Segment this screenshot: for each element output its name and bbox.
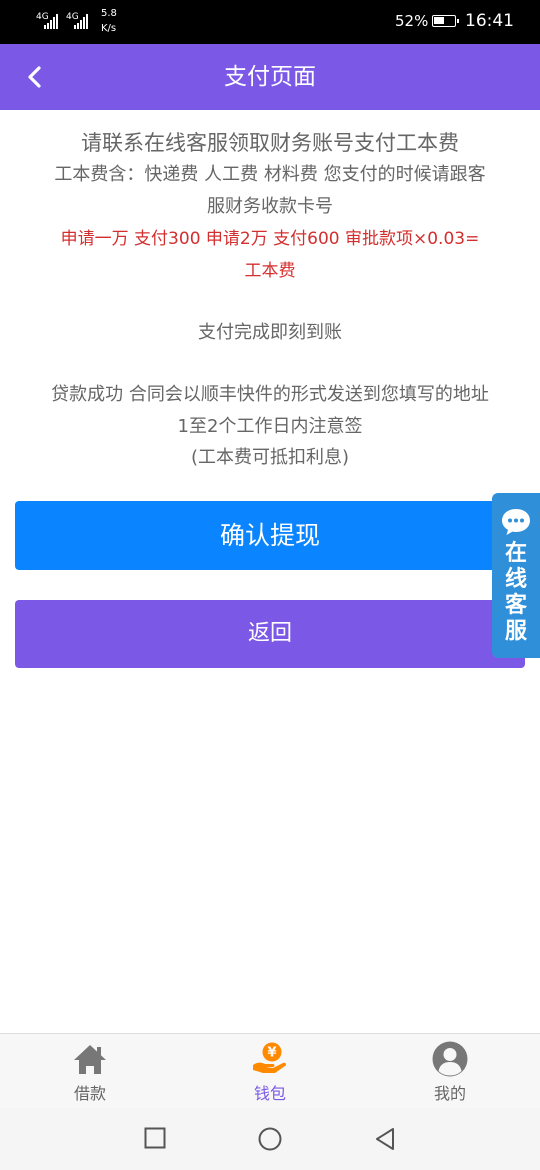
service-char: 客 [504,593,527,618]
service-char: 在 [504,541,527,566]
user-avatar-icon [432,1041,468,1077]
chat-bubble-icon [502,509,530,535]
home-circle-icon[interactable] [258,1127,282,1151]
tab-mine[interactable]: 我的 [400,1034,500,1109]
back-triangle-icon[interactable] [374,1127,396,1151]
battery-icon [432,15,459,27]
yuan-hand-icon: ¥ [253,1042,287,1073]
app-header: 支付页面 [0,44,540,110]
speed-unit: K/s [101,23,117,34]
recents-square-icon[interactable] [144,1127,166,1149]
service-char: 服 [504,619,527,644]
online-service-label: 在 线 客 服 [492,541,540,645]
speed-value: 5.8 [101,8,117,19]
tab-loan[interactable]: 借款 [40,1034,140,1109]
signal-icon [44,14,58,29]
tab-label: 我的 [433,1084,466,1103]
battery-fill [434,17,444,24]
notice-line-2: 工本费含：快递费 人工费 材料费 您支付的时候请跟客 [54,164,486,185]
signal-icon [74,14,88,29]
network-speed: 5.8 K/s [101,6,117,36]
arrival-notice: 支付完成即刻到账 [198,322,342,343]
online-service-float[interactable]: 在 线 客 服 [492,493,540,658]
notice-line-3: 服财务收款卡号 [207,196,333,217]
back-button[interactable]: 返回 [15,600,525,668]
svg-text:¥: ¥ [267,1046,276,1061]
service-char: 线 [504,567,527,592]
tab-label: 借款 [73,1084,106,1103]
battery-percent: 52% [395,12,429,30]
clock: 16:41 [465,11,514,31]
page-title: 支付页面 [224,64,316,90]
fee-rule-line-1: 申请一万 支付300 申请2万 支付600 审批款项×0.03= [60,229,480,249]
fee-rule-line-2: 工本费 [244,261,296,281]
notice-line-1: 请联系在线客服领取财务账号支付工本费 [81,131,459,155]
status-bar: 4G 4G 5.8 K/s 52% 16:41 [0,0,540,44]
contract-line-3: (工本费可抵扣利息) [190,447,350,468]
bottom-tab-bar: 借款 ¥ 钱包 我的 [0,1033,540,1109]
confirm-withdraw-button[interactable]: 确认提现 [15,501,525,570]
tab-label: 钱包 [253,1084,286,1103]
system-nav-bar [0,1108,540,1170]
tab-wallet[interactable]: ¥ 钱包 [220,1034,320,1109]
contract-line-2: 1至2个工作日内注意签 [177,416,363,437]
contract-line-1: 贷款成功 合同会以顺丰快件的形式发送到您填写的地址 [51,384,489,405]
house-icon [74,1045,106,1074]
